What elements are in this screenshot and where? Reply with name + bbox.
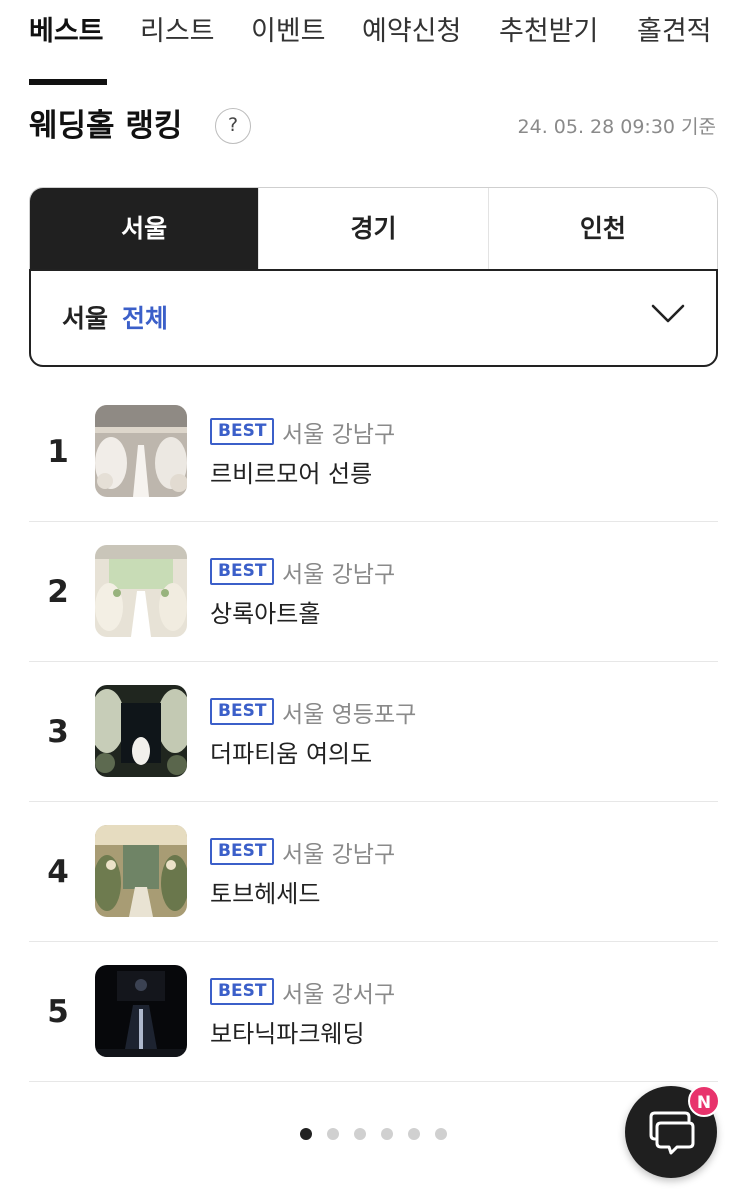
- tab-recommend[interactable]: 추천받기: [499, 12, 598, 52]
- venue-name: 보타닉파크웨딩: [210, 1020, 365, 1048]
- rank-number: 3: [47, 714, 69, 750]
- district-dropdown[interactable]: 서울 전체: [30, 270, 717, 366]
- list-item[interactable]: 1 BEST 서울 강남구 르비르모어 선릉: [29, 382, 718, 522]
- page-dot[interactable]: [354, 1128, 366, 1140]
- venue-name: 토브헤세드: [210, 880, 321, 908]
- list-item[interactable]: 5 BEST 서울 강서구 보타닉파크웨딩: [29, 942, 718, 1082]
- top-tabs: 베스트 리스트 이벤트 예약신청 추천받기 홀견적: [0, 0, 743, 86]
- region-tab-incheon[interactable]: 인천: [488, 188, 717, 270]
- rank-number: 4: [47, 854, 69, 890]
- venue-thumbnail: [95, 685, 187, 777]
- list-item[interactable]: 4 BEST 서울 강남구 토브헤세드: [29, 802, 718, 942]
- rank-number: 5: [47, 994, 69, 1030]
- ranking-title: 웨딩홀 랭킹: [29, 108, 183, 144]
- tab-best[interactable]: 베스트: [29, 12, 104, 52]
- page-dot[interactable]: [327, 1128, 339, 1140]
- region-tabs: 서울 경기 인천: [30, 188, 717, 270]
- dropdown-city: 서울: [62, 304, 109, 333]
- venue-thumbnail: [95, 405, 187, 497]
- chat-bubbles-icon: [649, 1111, 695, 1155]
- ranking-list: 1 BEST 서울 강남구 르비르모어 선릉 2 BEST 서울 강남구 상록아…: [29, 382, 718, 1082]
- venue-location: 서울 강서구: [282, 982, 396, 1008]
- venue-name: 상록아트홀: [210, 600, 321, 628]
- help-icon[interactable]: ?: [215, 108, 251, 144]
- tab-event[interactable]: 이벤트: [251, 12, 326, 52]
- venue-location: 서울 영등포구: [282, 702, 417, 728]
- chat-new-badge: N: [688, 1085, 720, 1117]
- best-badge: BEST: [210, 978, 275, 1005]
- venue-location: 서울 강남구: [282, 842, 396, 868]
- chevron-down-icon: [651, 304, 685, 323]
- page-dot[interactable]: [408, 1128, 420, 1140]
- best-badge: BEST: [210, 838, 275, 865]
- best-badge: BEST: [210, 698, 275, 725]
- tab-hall-estimate[interactable]: 홀견적: [637, 12, 712, 52]
- venue-thumbnail: [95, 545, 187, 637]
- page-dot[interactable]: [435, 1128, 447, 1140]
- page: 베스트 리스트 이벤트 예약신청 추천받기 홀견적 웨딩홀 랭킹 ? 24. 0…: [0, 0, 743, 1197]
- venue-location: 서울 강남구: [282, 562, 396, 588]
- venue-thumbnail: [95, 965, 187, 1057]
- tab-reservation[interactable]: 예약신청: [362, 12, 461, 52]
- region-selector: 서울 경기 인천 서울 전체: [29, 187, 718, 367]
- tab-list[interactable]: 리스트: [140, 12, 215, 52]
- region-tab-gyeonggi[interactable]: 경기: [259, 188, 489, 270]
- rank-number: 2: [47, 574, 69, 610]
- best-badge: BEST: [210, 558, 275, 585]
- venue-name: 더파티움 여의도: [210, 740, 373, 768]
- best-badge: BEST: [210, 418, 275, 445]
- venue-location: 서울 강남구: [282, 422, 396, 448]
- venue-thumbnail: [95, 825, 187, 917]
- list-item[interactable]: 3 BEST 서울 영등포구 더파티움 여의도: [29, 662, 718, 802]
- region-tab-seoul[interactable]: 서울: [30, 188, 260, 270]
- page-dot[interactable]: [300, 1128, 312, 1140]
- active-tab-indicator: [29, 79, 107, 85]
- dropdown-district: 전체: [122, 304, 169, 333]
- page-dot[interactable]: [381, 1128, 393, 1140]
- list-item[interactable]: 2 BEST 서울 강남구 상록아트홀: [29, 522, 718, 662]
- ranking-timestamp: 24. 05. 28 09:30 기준: [517, 116, 716, 138]
- rank-number: 1: [47, 434, 69, 470]
- venue-name: 르비르모어 선릉: [210, 460, 373, 488]
